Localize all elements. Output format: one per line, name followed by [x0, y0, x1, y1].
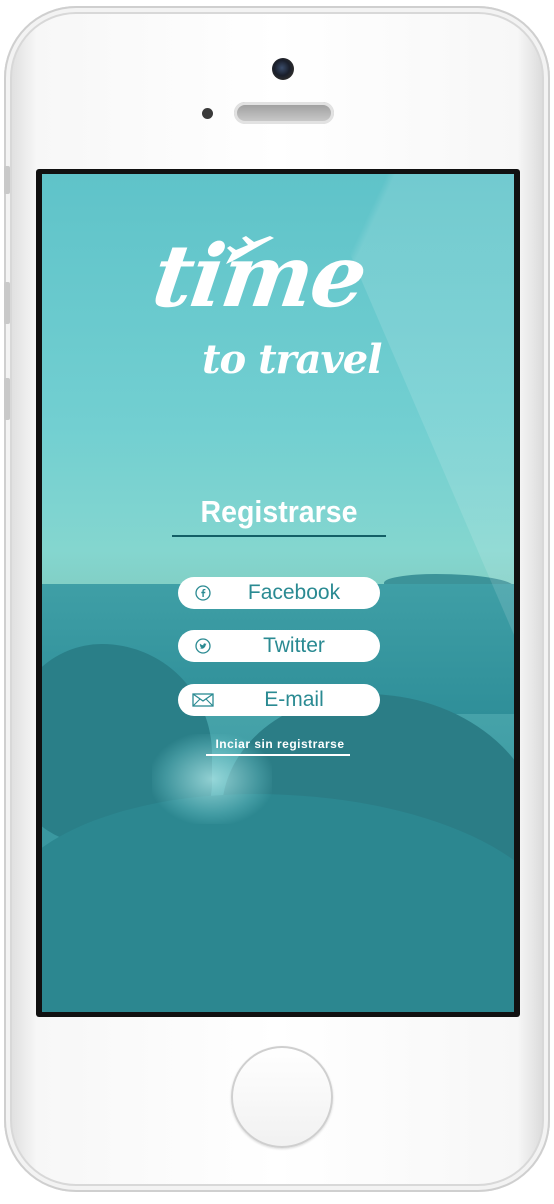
app-logo: time to travel [147, 226, 414, 404]
email-button[interactable]: E-mail [178, 684, 380, 716]
mute-switch [4, 166, 10, 194]
skip-registration-link[interactable]: Inciar sin registrarse [162, 737, 398, 751]
facebook-button-label: Facebook [247, 581, 341, 604]
earpiece-speaker [234, 102, 334, 124]
logo-subtitle-text: to travel [202, 336, 382, 383]
register-title: Registrarse [200, 494, 358, 529]
skip-link-underline [206, 754, 350, 756]
background-rock [42, 794, 514, 1012]
volume-up-button [4, 282, 10, 324]
title-underline [172, 535, 386, 537]
home-button[interactable] [231, 1046, 333, 1148]
proximity-sensor [202, 108, 213, 119]
app-screen: time to travel Registrarse Facebook Twit… [42, 174, 514, 1012]
twitter-button-label: Twitter [263, 634, 325, 657]
email-button-label: E-mail [264, 688, 324, 711]
twitter-button[interactable]: Twitter [178, 630, 380, 662]
airplane-icon [226, 236, 274, 264]
front-camera [272, 58, 294, 80]
facebook-button[interactable]: Facebook [178, 577, 380, 609]
volume-down-button [4, 378, 10, 420]
